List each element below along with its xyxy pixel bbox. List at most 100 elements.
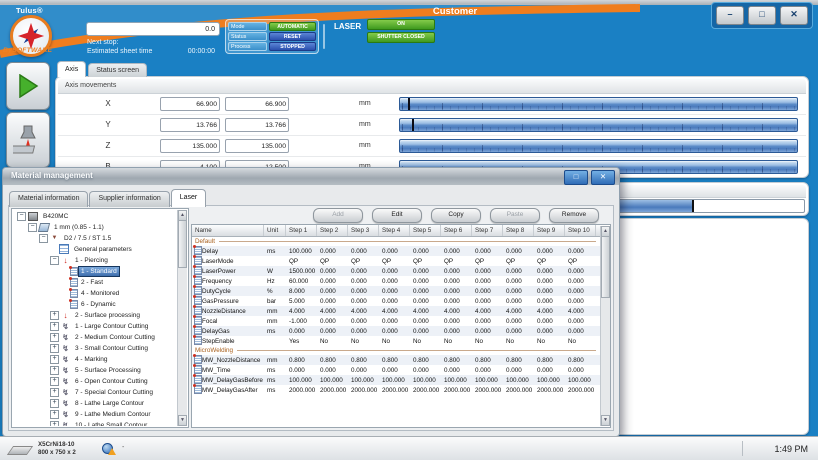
warning-status-icon[interactable]	[102, 443, 112, 453]
parameter-value: 0.000	[410, 278, 441, 285]
tree-item-label[interactable]: 1 - Large Contour Cutting	[72, 321, 151, 332]
table-row[interactable]: LaserPowerW1500.0000.0000.0000.0000.0000…	[192, 266, 600, 276]
tree-item-label[interactable]: 6 - Open Contour Cutting	[72, 376, 151, 387]
scroll-down-icon[interactable]: ▼	[178, 415, 187, 426]
table-row[interactable]: NozzleDistancemm4.0004.0004.0004.0004.00…	[192, 306, 600, 316]
axis-value-input[interactable]	[225, 118, 289, 132]
tree-item-label[interactable]: 7 - Special Contour Cutting	[72, 387, 156, 398]
tree-expander-icon[interactable]: +	[50, 311, 59, 320]
table-row[interactable]: DelayGasms0.0000.0000.0000.0000.0000.000…	[192, 326, 600, 336]
axis-value-input[interactable]	[160, 97, 220, 111]
axis-value-input[interactable]	[225, 139, 289, 153]
tree-expander-icon[interactable]: +	[50, 322, 59, 331]
tree-item-label[interactable]: 4 - Marking	[72, 354, 111, 365]
tree-item-label[interactable]: 3 - Small Contour Cutting	[72, 343, 151, 354]
tree-item-label[interactable]: B420MC	[40, 211, 71, 222]
parameter-value: No	[565, 338, 596, 345]
status-value[interactable]: AUTOMATIC	[269, 22, 316, 31]
tree-item-label[interactable]: 8 - Lathe Large Contour	[72, 398, 147, 409]
dialog-tab-supplier-information[interactable]: Supplier information	[89, 191, 169, 207]
tree-expander-icon[interactable]: +	[50, 410, 59, 419]
parameter-value: 0.000	[348, 318, 379, 325]
axis-value-input[interactable]	[160, 139, 220, 153]
tree-expander-icon[interactable]: +	[50, 344, 59, 353]
tree-item-label[interactable]: 1 - Piercing	[72, 255, 111, 266]
parameter-value: 4.000	[441, 308, 472, 315]
minimize-button[interactable]: –	[716, 6, 744, 25]
tree-expander-icon[interactable]: +	[50, 366, 59, 375]
axis-value-input[interactable]	[160, 118, 220, 132]
tree-item-label[interactable]: D2 / 7.5 / ST 1.5	[61, 233, 114, 244]
status-value[interactable]: STOPPED	[269, 42, 316, 51]
tree-expander-icon[interactable]: +	[50, 399, 59, 408]
parameter-value: 0.000	[317, 367, 348, 374]
tree-item-label[interactable]: 1 mm (0.85 - 1.1)	[51, 222, 107, 233]
table-row[interactable]: MW_Timems0.0000.0000.0000.0000.0000.0000…	[192, 365, 600, 375]
table-row[interactable]: DutyCycle%8.0000.0000.0000.0000.0000.000…	[192, 286, 600, 296]
tree-item-label[interactable]: 1 - Standard	[78, 266, 120, 277]
table-row[interactable]: GasPressurebar5.0000.0000.0000.0000.0000…	[192, 296, 600, 306]
scroll-thumb[interactable]	[178, 220, 187, 268]
dialog-tab-laser[interactable]: Laser	[171, 189, 207, 207]
axis-slider-x[interactable]	[399, 97, 798, 111]
tab-axis[interactable]: Axis	[57, 61, 86, 77]
tree-item: 4 - Monitored	[13, 288, 177, 298]
table-row[interactable]: MW_DelayGasAfterms2000.0002000.0002000.0…	[192, 385, 600, 395]
dialog-titlebar[interactable]: Material management □✕	[3, 168, 619, 185]
table-row[interactable]: Focalmm-1.0000.0000.0000.0000.0000.0000.…	[192, 316, 600, 326]
customer-title: Customer	[395, 6, 515, 17]
maximize-button[interactable]: □	[748, 6, 776, 25]
tree-expander-icon[interactable]: +	[50, 421, 59, 427]
dialog-tab-material-information[interactable]: Material information	[9, 191, 88, 207]
parameter-value: QP	[379, 258, 410, 265]
dialog-maximize-button[interactable]: □	[564, 170, 588, 185]
parameter-value: 2000.000	[503, 387, 534, 394]
tree-item-label[interactable]: 6 - Dynamic	[78, 299, 119, 310]
axis-slider-y[interactable]	[399, 118, 798, 132]
table-scrollbar[interactable]: ▲ ▼	[600, 226, 610, 426]
tree-item-label[interactable]: 9 - Lathe Medium Contour	[72, 409, 154, 420]
tree-item-label[interactable]: 10 - Lathe Small Contour	[72, 420, 150, 427]
tree-expander-icon[interactable]: −	[39, 234, 48, 243]
table-row[interactable]: FrequencyHz60.0000.0000.0000.0000.0000.0…	[192, 276, 600, 286]
value-field[interactable]	[86, 22, 220, 36]
tree-expander-icon[interactable]: −	[17, 212, 26, 221]
table-row[interactable]: MW_DelayGasBeforems100.000100.000100.000…	[192, 375, 600, 385]
scroll-thumb[interactable]	[601, 236, 610, 298]
edit-button[interactable]: Edit	[372, 208, 422, 223]
tree-expander-icon[interactable]: +	[50, 377, 59, 386]
tree-item-label[interactable]: 5 - Surface Processing	[72, 365, 144, 376]
tree-item-label[interactable]: 2 - Surface processing	[72, 310, 143, 321]
start-button[interactable]	[6, 62, 50, 110]
tree-expander-icon[interactable]: −	[50, 256, 59, 265]
laser-on-button[interactable]: ON	[367, 19, 435, 30]
tree-expander-icon[interactable]: +	[50, 333, 59, 342]
tree-expander-icon[interactable]: −	[28, 223, 37, 232]
laser-head-button[interactable]	[6, 112, 50, 168]
status-value[interactable]: RESET	[269, 32, 316, 41]
table-row[interactable]: Delayms100.0000.0000.0000.0000.0000.0000…	[192, 246, 600, 256]
copy-button[interactable]: Copy	[431, 208, 481, 223]
parameter-name: GasPressure	[202, 298, 264, 305]
tree-expander-icon[interactable]: +	[50, 388, 59, 397]
axis-value-input[interactable]	[225, 97, 289, 111]
tree-scrollbar[interactable]: ▲ ▼	[177, 210, 187, 426]
tree-item-label[interactable]: 4 - Monitored	[78, 288, 122, 299]
scroll-down-icon[interactable]: ▼	[601, 415, 610, 426]
tab-status-screen[interactable]: Status screen	[88, 63, 147, 77]
parameter-group: MicroWelding	[192, 346, 600, 355]
dialog-close-button[interactable]: ✕	[591, 170, 615, 185]
dialog-tab-strip: Material informationSupplier information…	[9, 189, 206, 207]
parameter-value: 2000.000	[565, 387, 596, 394]
tree-expander-icon[interactable]: +	[50, 355, 59, 364]
tree-item-label[interactable]: General parameters	[71, 244, 135, 255]
table-row[interactable]: LaserModeQPQPQPQPQPQPQPQPQPQP	[192, 256, 600, 266]
table-row[interactable]: MW_NozzleDistancemm0.8000.8000.8000.8000…	[192, 355, 600, 365]
remove-button[interactable]: Remove	[549, 208, 599, 223]
tree-item-label[interactable]: 2 - Medium Contour Cutting	[72, 332, 158, 343]
tree-item-label[interactable]: 2 - Fast	[78, 277, 106, 288]
laser-shutter-closed-button[interactable]: SHUTTER CLOSED	[367, 32, 435, 43]
axis-slider-z[interactable]	[399, 139, 798, 153]
close-button[interactable]: ✕	[780, 6, 808, 25]
table-row[interactable]: StepEnableYesNoNoNoNoNoNoNoNoNo	[192, 336, 600, 346]
